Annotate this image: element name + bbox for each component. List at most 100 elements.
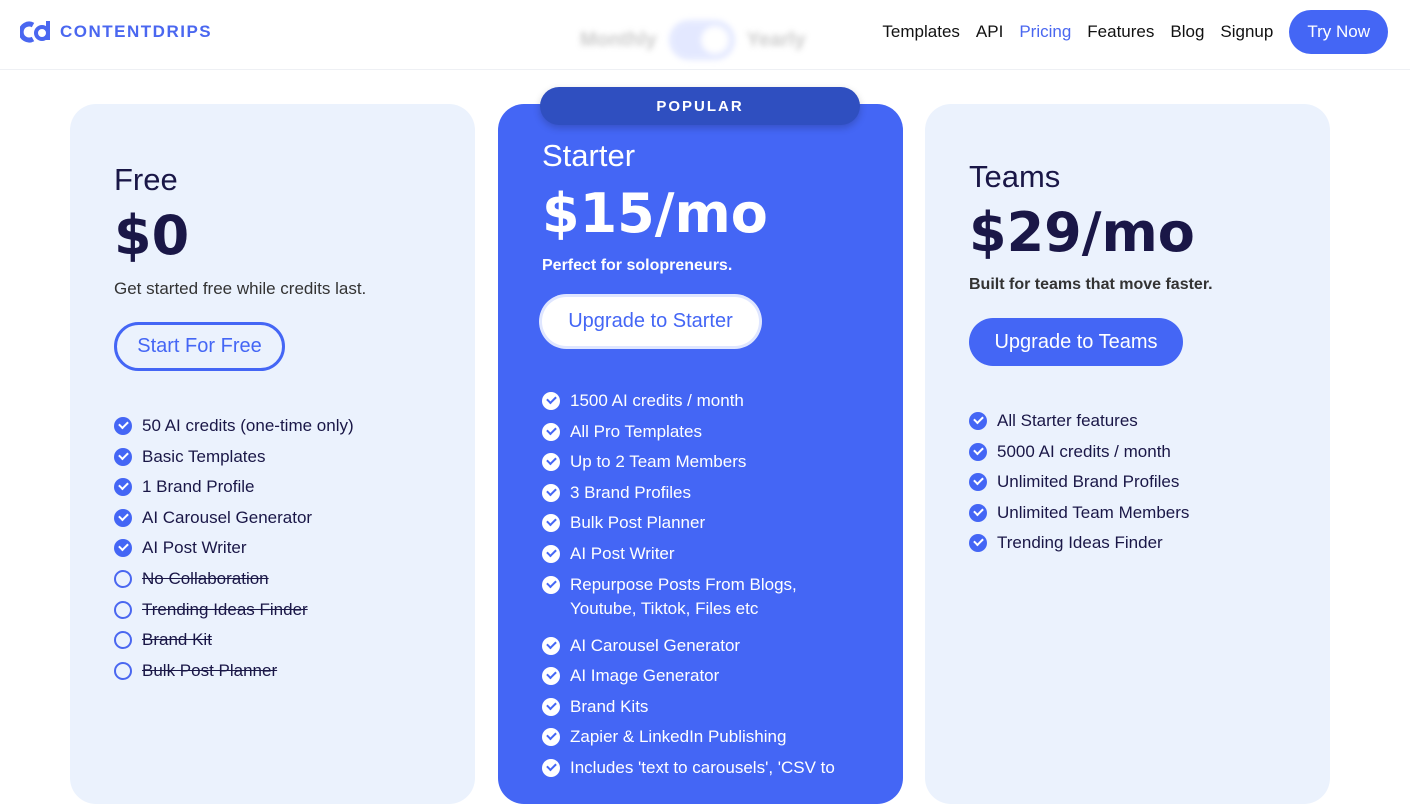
check-circle-icon: [114, 478, 132, 497]
plan-card-free: Free $0 Get started free while credits l…: [70, 104, 475, 804]
check-circle-icon: [542, 728, 560, 747]
feature-item: Repurpose Posts From Blogs, Youtube, Tik…: [542, 573, 840, 634]
main-nav: Templates API Pricing Features Blog Sign…: [882, 10, 1388, 54]
check-circle-icon: [114, 447, 132, 466]
check-circle-icon: [114, 508, 132, 527]
toggle-switch[interactable]: [668, 20, 735, 60]
feature-text: All Pro Templates: [570, 421, 702, 441]
plan-name: Free: [114, 162, 178, 197]
feature-item: Brand Kit: [114, 628, 354, 659]
check-circle-icon: [542, 697, 560, 716]
feature-text: No Collaboration: [142, 568, 269, 588]
empty-circle-icon: [114, 569, 132, 588]
nav-api[interactable]: API: [976, 22, 1003, 42]
empty-circle-icon: [114, 631, 132, 650]
feature-item: Unlimited Brand Profiles: [969, 470, 1189, 501]
feature-item: Trending Ideas Finder: [969, 531, 1189, 562]
nav-features[interactable]: Features: [1087, 22, 1154, 42]
plan-card-teams: Teams $29/mo Built for teams that move f…: [925, 104, 1330, 804]
plan-card-starter: Starter $15/mo Perfect for solopreneurs.…: [498, 104, 903, 804]
empty-circle-icon: [114, 661, 132, 680]
logo-text: CONTENTDRIPS: [60, 22, 213, 41]
plan-price: $0: [114, 204, 190, 267]
feature-item: All Pro Templates: [542, 420, 840, 451]
feature-text: Basic Templates: [142, 446, 266, 466]
empty-circle-icon: [114, 600, 132, 619]
nav-pricing[interactable]: Pricing: [1019, 22, 1071, 42]
plan-description: Perfect for solopreneurs.: [542, 257, 733, 274]
check-circle-icon: [542, 544, 560, 563]
feature-item: AI Carousel Generator: [114, 506, 354, 537]
feature-text: Up to 2 Team Members: [570, 452, 747, 472]
feature-item: AI Image Generator: [542, 664, 840, 695]
popular-badge: POPULAR: [540, 87, 860, 125]
feature-text: AI Post Writer: [570, 543, 675, 563]
check-circle-icon: [542, 392, 560, 410]
upgrade-to-starter-button[interactable]: Upgrade to Starter: [542, 297, 759, 346]
contentdrips-logo-icon: [20, 21, 50, 43]
toggle-monthly-label: Monthly: [580, 28, 657, 51]
feature-text: Zapier & LinkedIn Publishing: [570, 727, 787, 747]
feature-text: 3 Brand Profiles: [570, 482, 691, 502]
logo[interactable]: CONTENTDRIPS: [20, 20, 212, 44]
feature-item: Includes 'text to carousels', 'CSV to: [542, 756, 840, 787]
feature-text: Unlimited Brand Profiles: [997, 472, 1180, 492]
check-circle-icon: [542, 575, 560, 594]
feature-text: AI Image Generator: [570, 666, 720, 686]
nav-signup[interactable]: Signup: [1220, 22, 1273, 42]
check-circle-icon: [542, 636, 560, 655]
billing-toggle[interactable]: Monthly Yearly: [580, 20, 806, 60]
plan-description: Built for teams that move faster.: [969, 276, 1213, 293]
nav-templates[interactable]: Templates: [882, 22, 959, 42]
feature-text: 1500 AI credits / month: [570, 391, 744, 410]
check-circle-icon: [542, 483, 560, 502]
feature-item: 50 AI credits (one-time only): [114, 414, 354, 445]
feature-text: Bulk Post Planner: [142, 660, 278, 680]
feature-text: Trending Ideas Finder: [142, 599, 308, 619]
feature-item: 3 Brand Profiles: [542, 481, 840, 512]
feature-item: 1500 AI credits / month: [542, 389, 840, 420]
feature-item: AI Post Writer: [114, 536, 354, 567]
check-circle-icon: [969, 473, 987, 492]
feature-item: Basic Templates: [114, 445, 354, 476]
feature-text: All Starter features: [997, 411, 1138, 430]
feature-item: Bulk Post Planner: [114, 659, 354, 690]
try-now-button[interactable]: Try Now: [1289, 10, 1388, 54]
plan-price: $29/mo: [969, 201, 1195, 264]
check-circle-icon: [542, 453, 560, 472]
feature-item: Up to 2 Team Members: [542, 450, 840, 481]
check-circle-icon: [542, 667, 560, 686]
feature-list: 1500 AI credits / month All Pro Templates…: [542, 389, 840, 787]
start-for-free-button[interactable]: Start For Free: [114, 322, 285, 371]
feature-item: No Collaboration: [114, 567, 354, 598]
check-circle-icon: [114, 417, 132, 435]
feature-text: Brand Kit: [142, 630, 212, 650]
feature-item: Zapier & LinkedIn Publishing: [542, 725, 840, 756]
feature-item: 5000 AI credits / month: [969, 440, 1189, 471]
feature-text: Bulk Post Planner: [570, 513, 706, 533]
feature-text: Brand Kits: [570, 696, 649, 716]
nav-blog[interactable]: Blog: [1170, 22, 1204, 42]
feature-list: 50 AI credits (one-time only) Basic Templ…: [114, 414, 354, 689]
check-circle-icon: [969, 442, 987, 461]
feature-text: Trending Ideas Finder: [997, 533, 1163, 553]
feature-text: 5000 AI credits / month: [997, 441, 1171, 461]
check-circle-icon: [969, 412, 987, 430]
feature-item: AI Post Writer: [542, 542, 840, 573]
toggle-yearly-label: Yearly: [746, 28, 806, 51]
check-circle-icon: [542, 422, 560, 441]
check-circle-icon: [542, 758, 560, 777]
check-circle-icon: [114, 539, 132, 558]
feature-text: Repurpose Posts From Blogs, Youtube, Tik…: [570, 574, 797, 618]
plan-name: Starter: [542, 138, 636, 173]
plan-price: $15/mo: [542, 182, 768, 245]
feature-item: AI Carousel Generator: [542, 634, 840, 665]
feature-item: Brand Kits: [542, 695, 840, 726]
feature-text: 1 Brand Profile: [142, 477, 255, 497]
upgrade-to-teams-button[interactable]: Upgrade to Teams: [969, 318, 1183, 366]
feature-text: AI Carousel Generator: [142, 507, 313, 527]
feature-item: Bulk Post Planner: [542, 511, 840, 542]
feature-text: AI Post Writer: [142, 538, 247, 558]
feature-item: All Starter features: [969, 409, 1189, 440]
check-circle-icon: [542, 514, 560, 533]
